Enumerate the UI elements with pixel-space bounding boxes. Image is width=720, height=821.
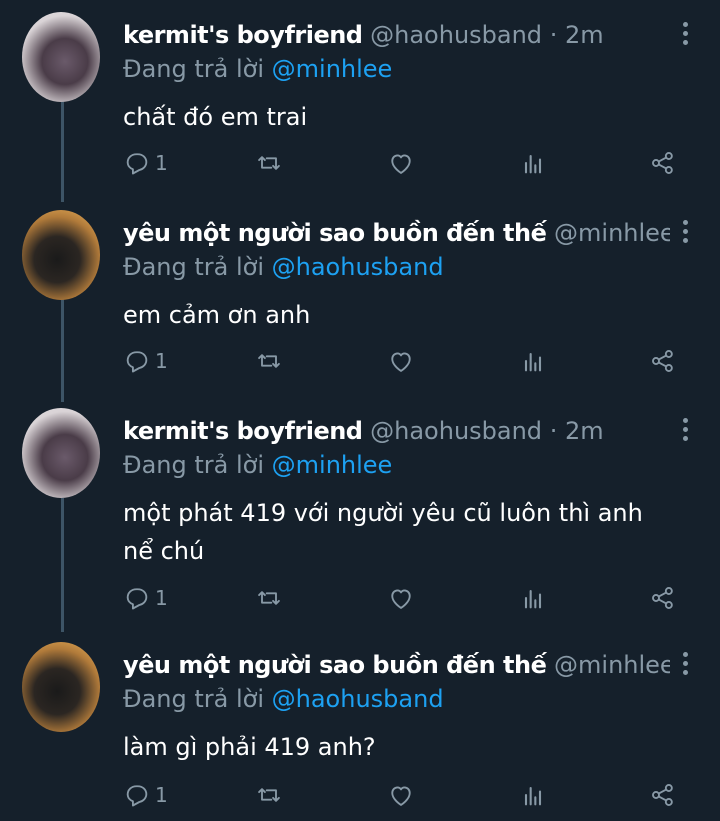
tweet[interactable]: yêu một người sao buồn đến thế @minhlee … — [0, 634, 720, 821]
retweet-icon — [258, 354, 280, 368]
analytics-icon — [524, 786, 542, 806]
replying-prefix: Đang trả lời — [123, 685, 272, 713]
like-button[interactable] — [387, 346, 415, 376]
reply-icon — [126, 351, 148, 373]
share-button[interactable] — [649, 148, 677, 178]
analytics-icon — [524, 352, 542, 372]
display-name[interactable]: kermit's boyfriend — [123, 417, 363, 445]
share-button[interactable] — [649, 780, 677, 810]
share-icon — [652, 784, 673, 806]
reply-count: 1 — [155, 783, 168, 807]
analytics-button[interactable] — [519, 780, 547, 810]
reply-icon — [126, 785, 148, 807]
separator: · — [549, 21, 558, 49]
reply-icon — [126, 153, 148, 175]
reply-button[interactable]: 1 — [123, 148, 168, 178]
mention-link[interactable]: @haohusband — [272, 685, 444, 713]
separator: · — [549, 417, 558, 445]
replying-to: Đang trả lời @minhlee — [123, 54, 392, 84]
analytics-icon — [524, 154, 542, 174]
share-icon — [652, 152, 673, 174]
replying-to: Đang trả lời @haohusband — [123, 252, 444, 282]
like-button[interactable] — [387, 148, 415, 178]
mention-link[interactable]: @minhlee — [272, 55, 393, 83]
like-button[interactable] — [387, 583, 415, 613]
retweet-icon — [258, 788, 280, 802]
tweet-header: yêu một người sao buồn đến thế @minhlee … — [123, 650, 670, 680]
tweet-text: làm gì phải 419 anh? — [123, 733, 376, 761]
display-name[interactable]: kermit's boyfriend — [123, 21, 363, 49]
retweet-button[interactable] — [255, 583, 283, 613]
reply-count: 1 — [155, 151, 168, 175]
more-vertical-icon[interactable] — [680, 220, 690, 246]
heart-icon — [391, 154, 411, 174]
reply-button[interactable]: 1 — [123, 780, 168, 810]
share-icon — [652, 350, 673, 372]
tweet-header: kermit's boyfriend @haohusband · 2m — [123, 20, 670, 50]
tweet-actions: 1 — [123, 780, 680, 810]
timestamp[interactable]: 2m — [565, 417, 604, 445]
analytics-button[interactable] — [519, 148, 547, 178]
user-avatar[interactable] — [22, 642, 100, 732]
user-handle[interactable]: @haohusband — [370, 21, 542, 49]
replying-prefix: Đang trả lời — [123, 451, 272, 479]
reply-button[interactable]: 1 — [123, 346, 168, 376]
reply-icon — [126, 588, 148, 610]
mention-link[interactable]: @minhlee — [272, 451, 393, 479]
analytics-button[interactable] — [519, 346, 547, 376]
replying-to: Đang trả lời @minhlee — [123, 450, 392, 480]
reply-count: 1 — [155, 349, 168, 373]
analytics-button[interactable] — [519, 583, 547, 613]
more-vertical-icon[interactable] — [680, 22, 690, 48]
tweet-actions: 1 — [123, 583, 680, 613]
display-name[interactable]: yêu một người sao buồn đến thế — [123, 219, 547, 247]
more-vertical-icon[interactable] — [680, 418, 690, 444]
replying-to: Đang trả lời @haohusband — [123, 684, 444, 714]
tweet[interactable]: yêu một người sao buồn đến thế @minhlee … — [0, 202, 720, 398]
like-button[interactable] — [387, 780, 415, 810]
reply-button[interactable]: 1 — [123, 583, 168, 613]
reply-count: 1 — [155, 586, 168, 610]
retweet-button[interactable] — [255, 780, 283, 810]
retweet-icon — [258, 591, 280, 605]
user-avatar[interactable] — [22, 210, 100, 300]
share-icon — [652, 587, 673, 609]
tweet-text: em cảm ơn anh — [123, 301, 311, 329]
tweet-actions: 1 — [123, 346, 680, 376]
analytics-icon — [524, 589, 542, 609]
tweet-actions: 1 — [123, 148, 680, 178]
user-handle[interactable]: @minhlee — [554, 651, 670, 679]
user-handle[interactable]: @minhlee — [554, 219, 670, 247]
retweet-button[interactable] — [255, 346, 283, 376]
tweet[interactable]: kermit's boyfriend @haohusband · 2m Đang… — [0, 4, 720, 200]
reply-thread: kermit's boyfriend @haohusband · 2m Đang… — [0, 0, 720, 821]
timestamp[interactable]: 2m — [565, 21, 604, 49]
heart-icon — [391, 786, 411, 806]
heart-icon — [391, 352, 411, 372]
user-handle[interactable]: @haohusband — [370, 417, 542, 445]
heart-icon — [391, 589, 411, 609]
replying-prefix: Đang trả lời — [123, 253, 272, 281]
user-avatar[interactable] — [22, 408, 100, 498]
tweet-header: yêu một người sao buồn đến thế @minhlee … — [123, 218, 670, 248]
tweet-text: chất đó em trai — [123, 103, 308, 131]
mention-link[interactable]: @haohusband — [272, 253, 444, 281]
more-vertical-icon[interactable] — [680, 652, 690, 678]
share-button[interactable] — [649, 583, 677, 613]
retweet-button[interactable] — [255, 148, 283, 178]
display-name[interactable]: yêu một người sao buồn đến thế — [123, 651, 547, 679]
user-avatar[interactable] — [22, 12, 100, 102]
tweet[interactable]: kermit's boyfriend @haohusband · 2m Đang… — [0, 400, 720, 632]
tweet-header: kermit's boyfriend @haohusband · 2m — [123, 416, 670, 446]
tweet-text: một phát 419 với người yêu cũ luôn thì a… — [123, 499, 643, 565]
share-button[interactable] — [649, 346, 677, 376]
retweet-icon — [258, 156, 280, 170]
replying-prefix: Đang trả lời — [123, 55, 272, 83]
